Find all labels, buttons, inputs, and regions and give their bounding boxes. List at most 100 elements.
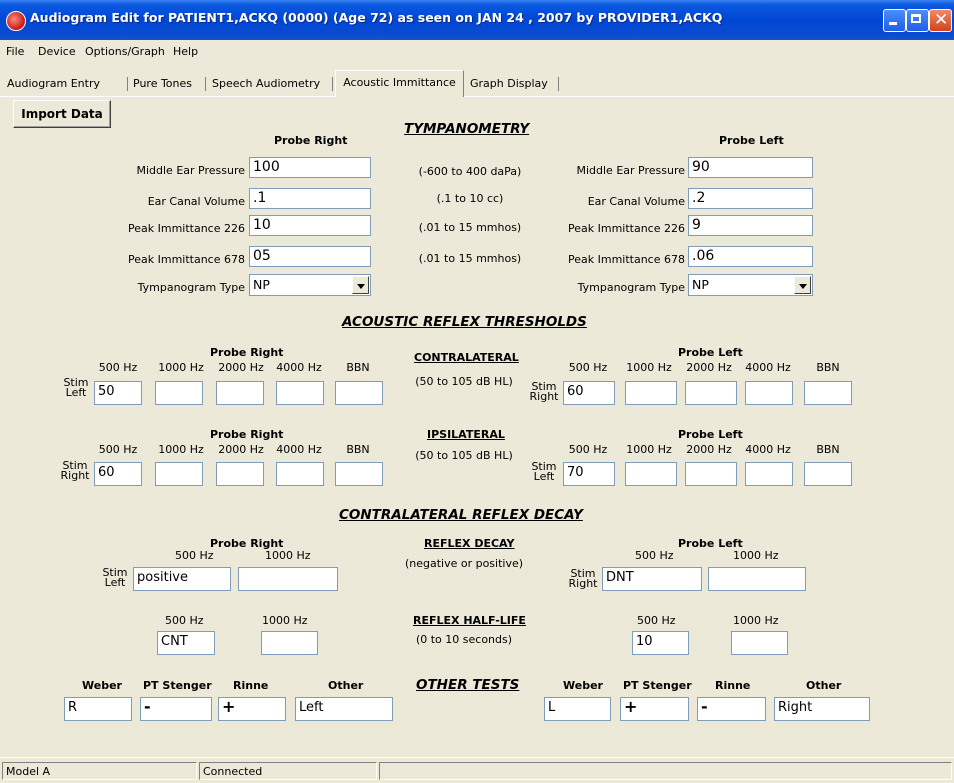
title-bar[interactable]: Audiogram Edit for PATIENT1,ACKQ (0000) … bbox=[0, 0, 954, 40]
contra-right-4000-field[interactable] bbox=[276, 381, 324, 405]
pi678-left-field[interactable]: .06 bbox=[688, 246, 813, 267]
mep-left-field[interactable]: 90 bbox=[688, 157, 813, 178]
mep-right-field[interactable]: 100 bbox=[249, 157, 371, 178]
decay-right-1000-field[interactable] bbox=[238, 567, 338, 591]
ipsi-left-bbn-field[interactable] bbox=[804, 462, 852, 486]
pi226-left-field[interactable]: 9 bbox=[688, 215, 813, 236]
ipsi-left-1000-field[interactable] bbox=[625, 462, 677, 486]
stenger-left-label: PT Stenger bbox=[623, 679, 692, 692]
contra-left-4000-field[interactable] bbox=[745, 381, 793, 405]
contra-left-bbn-field[interactable] bbox=[804, 381, 852, 405]
ipsi-stim-left-label: Stim Left bbox=[531, 460, 557, 483]
ipsi-left-freq-1000: 1000 Hz bbox=[626, 443, 672, 456]
contra-right-freq-bbn: BBN bbox=[346, 361, 370, 374]
other-right-label: Other bbox=[328, 679, 364, 692]
contra-right-freq-4000: 4000 Hz bbox=[276, 361, 322, 374]
tymp-type-right-select[interactable]: NP bbox=[249, 274, 371, 296]
other-left-field[interactable]: Right bbox=[774, 697, 870, 721]
menu-device[interactable]: Device bbox=[38, 45, 76, 58]
pi678-range: (.01 to 15 mmhos) bbox=[418, 252, 522, 265]
chevron-down-icon[interactable] bbox=[352, 276, 369, 294]
halflife-left-1000-field[interactable] bbox=[731, 631, 788, 655]
pi226-range: (.01 to 15 mmhos) bbox=[418, 221, 522, 234]
decay-left-1000-field[interactable] bbox=[708, 567, 806, 591]
minimize-button[interactable] bbox=[883, 9, 906, 32]
weber-left-label: Weber bbox=[563, 679, 603, 692]
ipsi-left-freq-4000: 4000 Hz bbox=[745, 443, 791, 456]
menu-help[interactable]: Help bbox=[173, 45, 198, 58]
halflife-right-500-field[interactable]: CNT bbox=[157, 631, 215, 655]
ecv-left-field[interactable]: .2 bbox=[688, 188, 813, 209]
ipsi-left-500-field[interactable]: 70 bbox=[563, 462, 615, 486]
contra-left-500-field[interactable]: 60 bbox=[563, 381, 615, 405]
chevron-down-icon[interactable] bbox=[794, 276, 811, 294]
ecv-left-label: Ear Canal Volume bbox=[587, 195, 685, 208]
menu-bar: File Device Options/Graph Help bbox=[0, 40, 954, 64]
rinne-right-field[interactable]: + bbox=[218, 697, 286, 721]
ipsi-right-1000-field[interactable] bbox=[155, 462, 203, 486]
rinne-left-field[interactable]: - bbox=[697, 697, 766, 721]
ipsi-right-bbn-field[interactable] bbox=[335, 462, 383, 486]
contra-left-freq-bbn: BBN bbox=[816, 361, 840, 374]
tab-acoustic-immittance[interactable]: Acoustic Immittance bbox=[335, 70, 464, 97]
contra-right-500-field[interactable]: 50 bbox=[94, 381, 142, 405]
reflex-decay-range: (negative or positive) bbox=[404, 557, 524, 570]
weber-left-field[interactable]: L bbox=[544, 697, 611, 721]
tab-strip: Audiogram Entry Pure Tones Speech Audiom… bbox=[0, 68, 954, 97]
contra-left-1000-field[interactable] bbox=[625, 381, 677, 405]
decay-right-500-field[interactable]: positive bbox=[133, 567, 231, 591]
reflex-halflife-range: (0 to 10 seconds) bbox=[415, 633, 513, 646]
halflife-left-500-field[interactable]: 10 bbox=[632, 631, 689, 655]
ipsi-right-2000-field[interactable] bbox=[216, 462, 264, 486]
weber-right-field[interactable]: R bbox=[64, 697, 132, 721]
contra-right-freq-1000: 1000 Hz bbox=[158, 361, 204, 374]
decay-left-500-field[interactable]: DNT bbox=[602, 567, 702, 591]
tab-pure-tones[interactable]: Pure Tones bbox=[133, 73, 192, 95]
contra-right-2000-field[interactable] bbox=[216, 381, 264, 405]
halflife-left-freq-500: 500 Hz bbox=[637, 614, 676, 627]
stenger-right-field[interactable]: - bbox=[140, 697, 212, 721]
stenger-left-field[interactable]: + bbox=[620, 697, 689, 721]
other-right-field[interactable]: Left bbox=[295, 697, 393, 721]
ipsi-stim-right-label: Stim Right bbox=[60, 459, 90, 482]
menu-file[interactable]: File bbox=[6, 45, 24, 58]
status-connection: Connected bbox=[199, 762, 377, 780]
maximize-button[interactable] bbox=[906, 9, 929, 32]
rinne-right-label: Rinne bbox=[233, 679, 269, 692]
ipsi-right-4000-field[interactable] bbox=[276, 462, 324, 486]
pi226-right-field[interactable]: 10 bbox=[249, 215, 371, 236]
tymp-type-left-select[interactable]: NP bbox=[688, 274, 813, 296]
ipsi-probe-left-label: Probe Left bbox=[678, 428, 743, 441]
contra-stim-left-label: Stim Left bbox=[63, 376, 89, 399]
tab-audiogram-entry[interactable]: Audiogram Entry bbox=[7, 73, 100, 95]
decay-right-freq-1000: 1000 Hz bbox=[265, 549, 311, 562]
pi678-right-field[interactable]: 05 bbox=[249, 246, 371, 267]
ipsi-right-500-field[interactable]: 60 bbox=[94, 462, 142, 486]
ipsi-left-freq-bbn: BBN bbox=[816, 443, 840, 456]
tab-graph-display[interactable]: Graph Display bbox=[470, 73, 548, 95]
contra-stim-right-label: Stim Right bbox=[529, 380, 559, 403]
ipsi-left-freq-2000: 2000 Hz bbox=[686, 443, 732, 456]
ipsi-left-2000-field[interactable] bbox=[685, 462, 737, 486]
tymp-probe-right-label: Probe Right bbox=[274, 134, 348, 147]
status-bar: Model A Connected bbox=[0, 757, 954, 783]
import-data-button[interactable]: Import Data bbox=[13, 100, 111, 128]
rinne-left-label: Rinne bbox=[715, 679, 751, 692]
ecv-right-field[interactable]: .1 bbox=[249, 188, 371, 209]
reflex-thresholds-title: ACOUSTIC REFLEX THRESHOLDS bbox=[342, 314, 587, 330]
status-model: Model A bbox=[2, 762, 197, 780]
contra-left-2000-field[interactable] bbox=[685, 381, 737, 405]
contra-right-1000-field[interactable] bbox=[155, 381, 203, 405]
mep-right-label: Middle Ear Pressure bbox=[136, 164, 245, 177]
pi678-right-label: Peak Immittance 678 bbox=[128, 253, 245, 266]
decay-left-freq-500: 500 Hz bbox=[635, 549, 674, 562]
tab-speech-audiometry[interactable]: Speech Audiometry bbox=[212, 73, 320, 95]
tymp-type-right-value: NP bbox=[253, 277, 270, 292]
contra-probe-right-label: Probe Right bbox=[210, 346, 284, 359]
contra-right-bbn-field[interactable] bbox=[335, 381, 383, 405]
halflife-right-1000-field[interactable] bbox=[261, 631, 318, 655]
menu-options-graph[interactable]: Options/Graph bbox=[85, 45, 165, 58]
tymp-type-left-label: Tympanogram Type bbox=[577, 281, 685, 294]
close-button[interactable]: ✕ bbox=[929, 9, 952, 32]
ipsi-left-4000-field[interactable] bbox=[745, 462, 793, 486]
